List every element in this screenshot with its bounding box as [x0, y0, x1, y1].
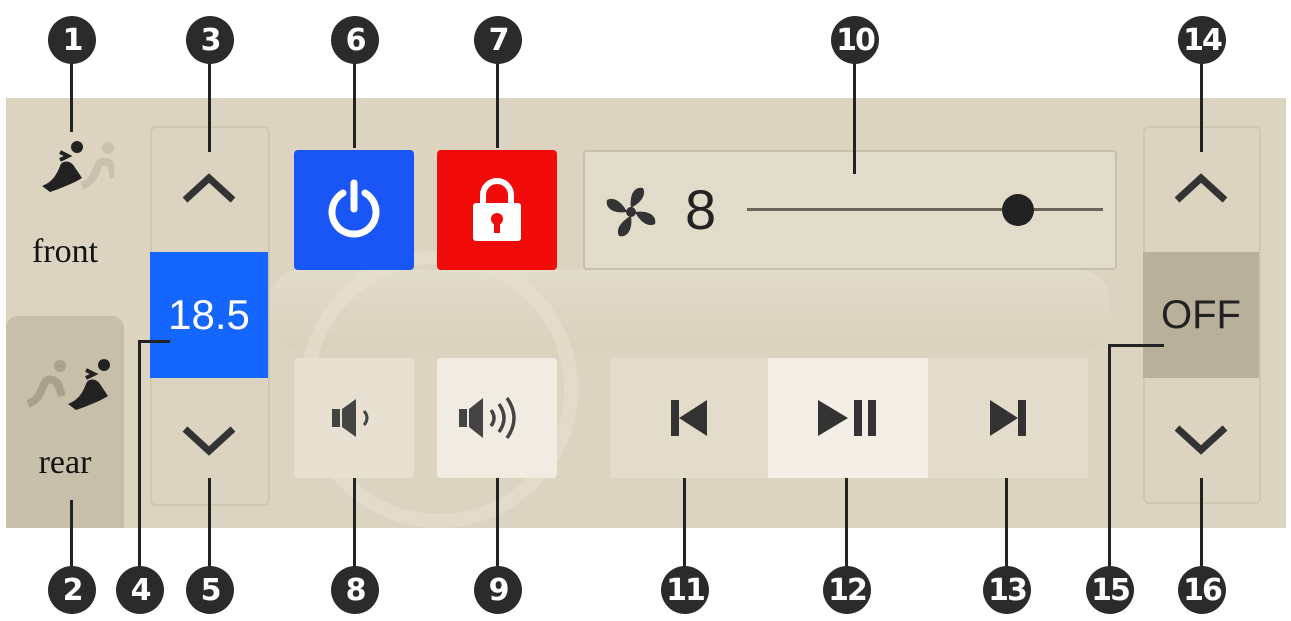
- callout-6: 6: [331, 16, 379, 64]
- callout-4: 4: [116, 566, 164, 614]
- volume-down-button[interactable]: [294, 358, 414, 478]
- callout-14: 14: [1178, 16, 1226, 64]
- chevron-down-icon: [182, 426, 236, 456]
- power-icon: [328, 179, 380, 238]
- power-button[interactable]: [294, 150, 414, 270]
- callout-12: 12: [823, 566, 871, 614]
- callout-line-16: [1200, 478, 1203, 572]
- callout-10: 10: [831, 16, 879, 64]
- play-pause-icon: [818, 400, 876, 436]
- volume-high-icon: [459, 396, 516, 440]
- play-pause-button[interactable]: [768, 358, 928, 478]
- lock-icon: [473, 178, 521, 241]
- callout-line-4: [138, 340, 141, 572]
- callout-5: 5: [186, 566, 234, 614]
- callout-line-15b: [1108, 344, 1164, 347]
- callout-line-2: [70, 500, 73, 570]
- callout-7: 7: [474, 16, 522, 64]
- chevron-up-icon: [182, 173, 236, 203]
- callout-line-13: [1005, 478, 1008, 572]
- rear-seat-selector[interactable]: rear: [6, 316, 124, 528]
- callout-line-7: [496, 62, 499, 148]
- fan-icon: [606, 187, 656, 237]
- callout-line-1: [70, 62, 73, 132]
- temperature-display: 18.5: [150, 252, 268, 378]
- callout-line-8: [353, 478, 356, 572]
- rear-seat-icon: [26, 359, 110, 410]
- fan-slider-track[interactable]: [747, 208, 1103, 211]
- chevron-up-icon: [1174, 173, 1228, 203]
- callout-3: 3: [186, 16, 234, 64]
- callout-line-12: [845, 478, 848, 572]
- volume-up-button[interactable]: [437, 358, 557, 478]
- right-control-display: OFF: [1143, 252, 1259, 378]
- callout-line-5: [208, 478, 211, 572]
- front-seat-label: front: [31, 233, 99, 270]
- callout-16: 16: [1178, 566, 1226, 614]
- previous-track-button[interactable]: [610, 358, 768, 478]
- callout-line-3: [208, 62, 211, 152]
- front-seat-icon: [42, 141, 114, 192]
- front-seat-selector[interactable]: front: [6, 98, 124, 314]
- callout-1: 1: [48, 16, 96, 64]
- callout-8: 8: [331, 566, 379, 614]
- callout-line-15: [1108, 344, 1111, 572]
- callout-line-6: [353, 62, 356, 148]
- callout-2: 2: [48, 566, 96, 614]
- chevron-down-icon: [1174, 425, 1228, 455]
- skip-previous-icon: [671, 400, 707, 436]
- callout-line-10: [853, 62, 856, 174]
- rear-seat-label: rear: [38, 444, 92, 481]
- fan-slider-knob[interactable]: [1001, 194, 1034, 226]
- callout-line-14: [1200, 62, 1203, 152]
- lock-button[interactable]: [437, 150, 557, 270]
- callout-line-11: [683, 478, 686, 572]
- fan-speed-control[interactable]: 8: [583, 150, 1117, 270]
- volume-low-icon: [332, 399, 369, 437]
- callout-line-9: [496, 478, 499, 572]
- skip-next-icon: [990, 400, 1026, 436]
- next-track-button[interactable]: [928, 358, 1088, 478]
- fan-level-value: 8: [685, 178, 717, 241]
- callout-9: 9: [474, 566, 522, 614]
- media-controls: [610, 358, 1088, 478]
- callout-line-4b: [138, 340, 170, 343]
- callout-11: 11: [661, 566, 709, 614]
- callout-13: 13: [983, 566, 1031, 614]
- callout-15: 15: [1086, 566, 1134, 614]
